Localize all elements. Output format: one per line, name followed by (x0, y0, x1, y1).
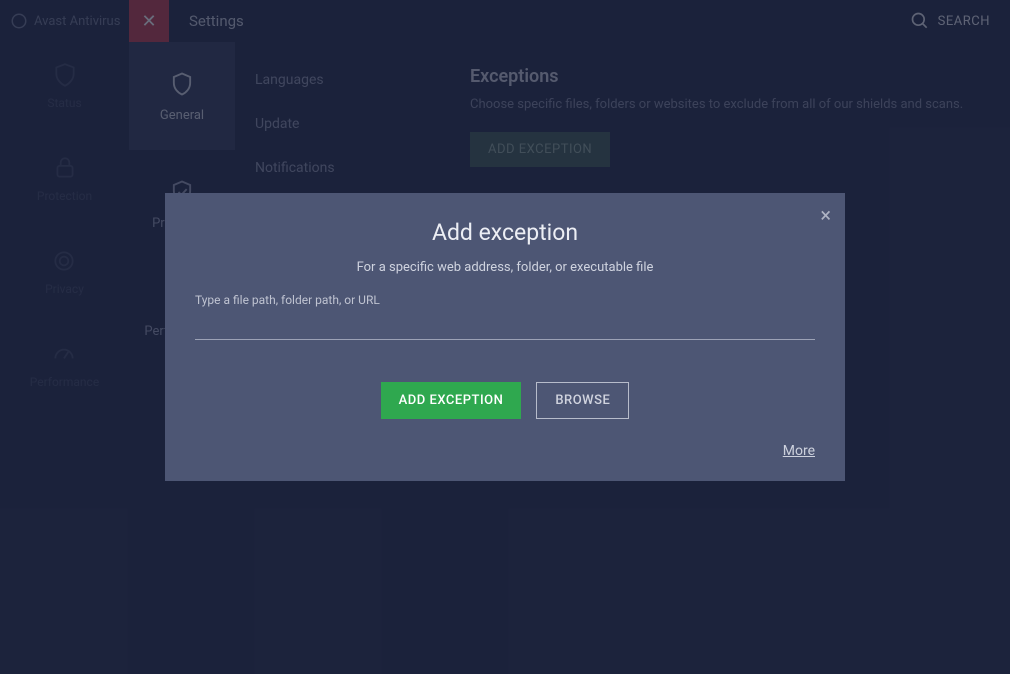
dialog-input-label: Type a file path, folder path, or URL (195, 293, 815, 307)
dialog-title: Add exception (195, 219, 815, 246)
exception-path-input[interactable] (195, 307, 815, 340)
dialog-browse-button[interactable]: BROWSE (536, 382, 629, 419)
add-exception-dialog: × Add exception For a specific web addre… (165, 193, 845, 481)
close-icon: × (820, 203, 831, 227)
dialog-close-button[interactable]: × (820, 203, 831, 227)
dialog-more-link[interactable]: More (783, 443, 815, 459)
dialog-add-exception-button[interactable]: ADD EXCEPTION (381, 382, 522, 419)
dialog-subtitle: For a specific web address, folder, or e… (195, 260, 815, 275)
dialog-actions: ADD EXCEPTION BROWSE (195, 382, 815, 419)
